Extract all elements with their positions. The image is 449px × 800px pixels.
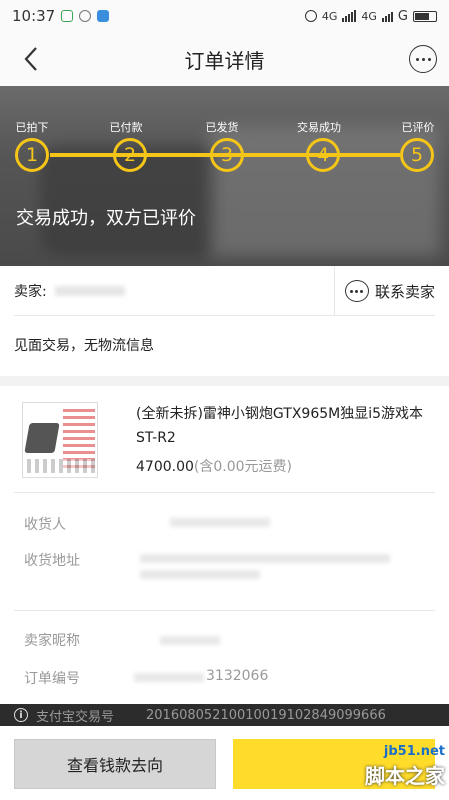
shipping-fee: (含0.00元运费)	[193, 459, 293, 475]
delivery-note: 见面交易，无物流信息	[14, 338, 154, 354]
signal-icon	[342, 10, 357, 22]
more-dot-icon	[415, 57, 419, 61]
shield-icon	[79, 10, 92, 22]
step-label-3: 已发货	[205, 121, 239, 134]
seller-row: 卖家: 联系卖家	[14, 266, 435, 316]
step-label-1: 已拍下	[15, 121, 49, 134]
alipay-label: 支付宝交易号	[36, 709, 115, 725]
seller-nick-label: 卖家昵称	[24, 633, 80, 649]
product-thumbnail[interactable]	[22, 402, 98, 478]
seller-name-redacted	[54, 285, 125, 296]
divider	[14, 492, 435, 493]
watermark: jb51.net 脚本之家	[365, 744, 445, 788]
app-icon	[97, 10, 110, 22]
watermark-text: 脚本之家	[365, 764, 445, 788]
alipay-number: 20160805210010019102849099666	[146, 707, 386, 723]
contact-seller-button[interactable]: 联系卖家	[333, 266, 435, 316]
network-label: G	[397, 8, 408, 24]
progress-steps: 已拍下 已付款 已发货 交易成功 已评价 1 2 3 4 5	[0, 86, 449, 196]
receiver-label: 收货人	[24, 517, 66, 533]
step-label-4: 交易成功	[297, 121, 341, 134]
order-status-text: 交易成功，双方已评价	[16, 208, 196, 229]
step-circle-1: 1	[15, 138, 49, 172]
seller-label: 卖家:	[14, 283, 47, 300]
battery-icon	[413, 10, 437, 22]
divider	[14, 610, 435, 611]
network-type-2: 4G	[361, 9, 377, 23]
step-circle-2: 2	[113, 138, 147, 172]
receiver-redacted	[170, 518, 270, 527]
step-circle-5: 5	[400, 138, 434, 172]
network-type-1: 4G	[321, 9, 338, 23]
nav-bar: 订单详情	[0, 32, 449, 86]
chevron-left-icon	[24, 47, 37, 71]
address-redacted	[140, 554, 390, 563]
more-button[interactable]	[409, 45, 437, 73]
address-label: 收货地址	[24, 553, 80, 569]
alarm-icon	[304, 10, 317, 22]
step-circle-4: 4	[306, 138, 340, 172]
product-price-line: 4700.00(含0.00元运费)	[136, 456, 292, 476]
page-title: 订单详情	[184, 48, 265, 73]
product-price: 4700.00	[136, 459, 194, 475]
status-time: 10:37	[12, 7, 56, 25]
product-name[interactable]: (全新未拆)雷神小钢炮GTX965M独显i5游戏本ST-R2	[136, 402, 432, 450]
alipay-trade-bar: i 支付宝交易号 20160805210010019102849099666	[0, 704, 449, 726]
view-money-flow-button[interactable]: 查看钱款去向	[14, 739, 216, 789]
step-circle-3: 3	[210, 138, 244, 172]
seller-card: 卖家: 联系卖家 见面交易，无物流信息	[0, 266, 449, 376]
signal-icon-2	[381, 10, 393, 22]
watermark-domain: jb51.net	[383, 744, 445, 759]
notification-icon	[61, 10, 74, 22]
status-bar: 10:37 4G 4G G	[0, 0, 449, 32]
order-detail-card: (全新未拆)雷神小钢炮GTX965M独显i5游戏本ST-R2 4700.00(含…	[0, 386, 449, 704]
order-number-label: 订单编号	[24, 671, 80, 687]
view-money-flow-label: 查看钱款去向	[66, 756, 163, 775]
order-progress-banner: 已拍下 已付款 已发货 交易成功 已评价 1 2 3 4 5 交易成功，双方已评…	[0, 86, 449, 266]
chat-icon	[344, 280, 369, 302]
step-label-5: 已评价	[401, 121, 435, 134]
order-number-value: 3132066	[206, 668, 269, 684]
step-label-2: 已付款	[109, 121, 143, 134]
back-button[interactable]	[18, 44, 46, 74]
contact-seller-label: 联系卖家	[374, 282, 435, 301]
info-icon: i	[14, 708, 28, 722]
seller-nick-redacted	[160, 636, 220, 645]
